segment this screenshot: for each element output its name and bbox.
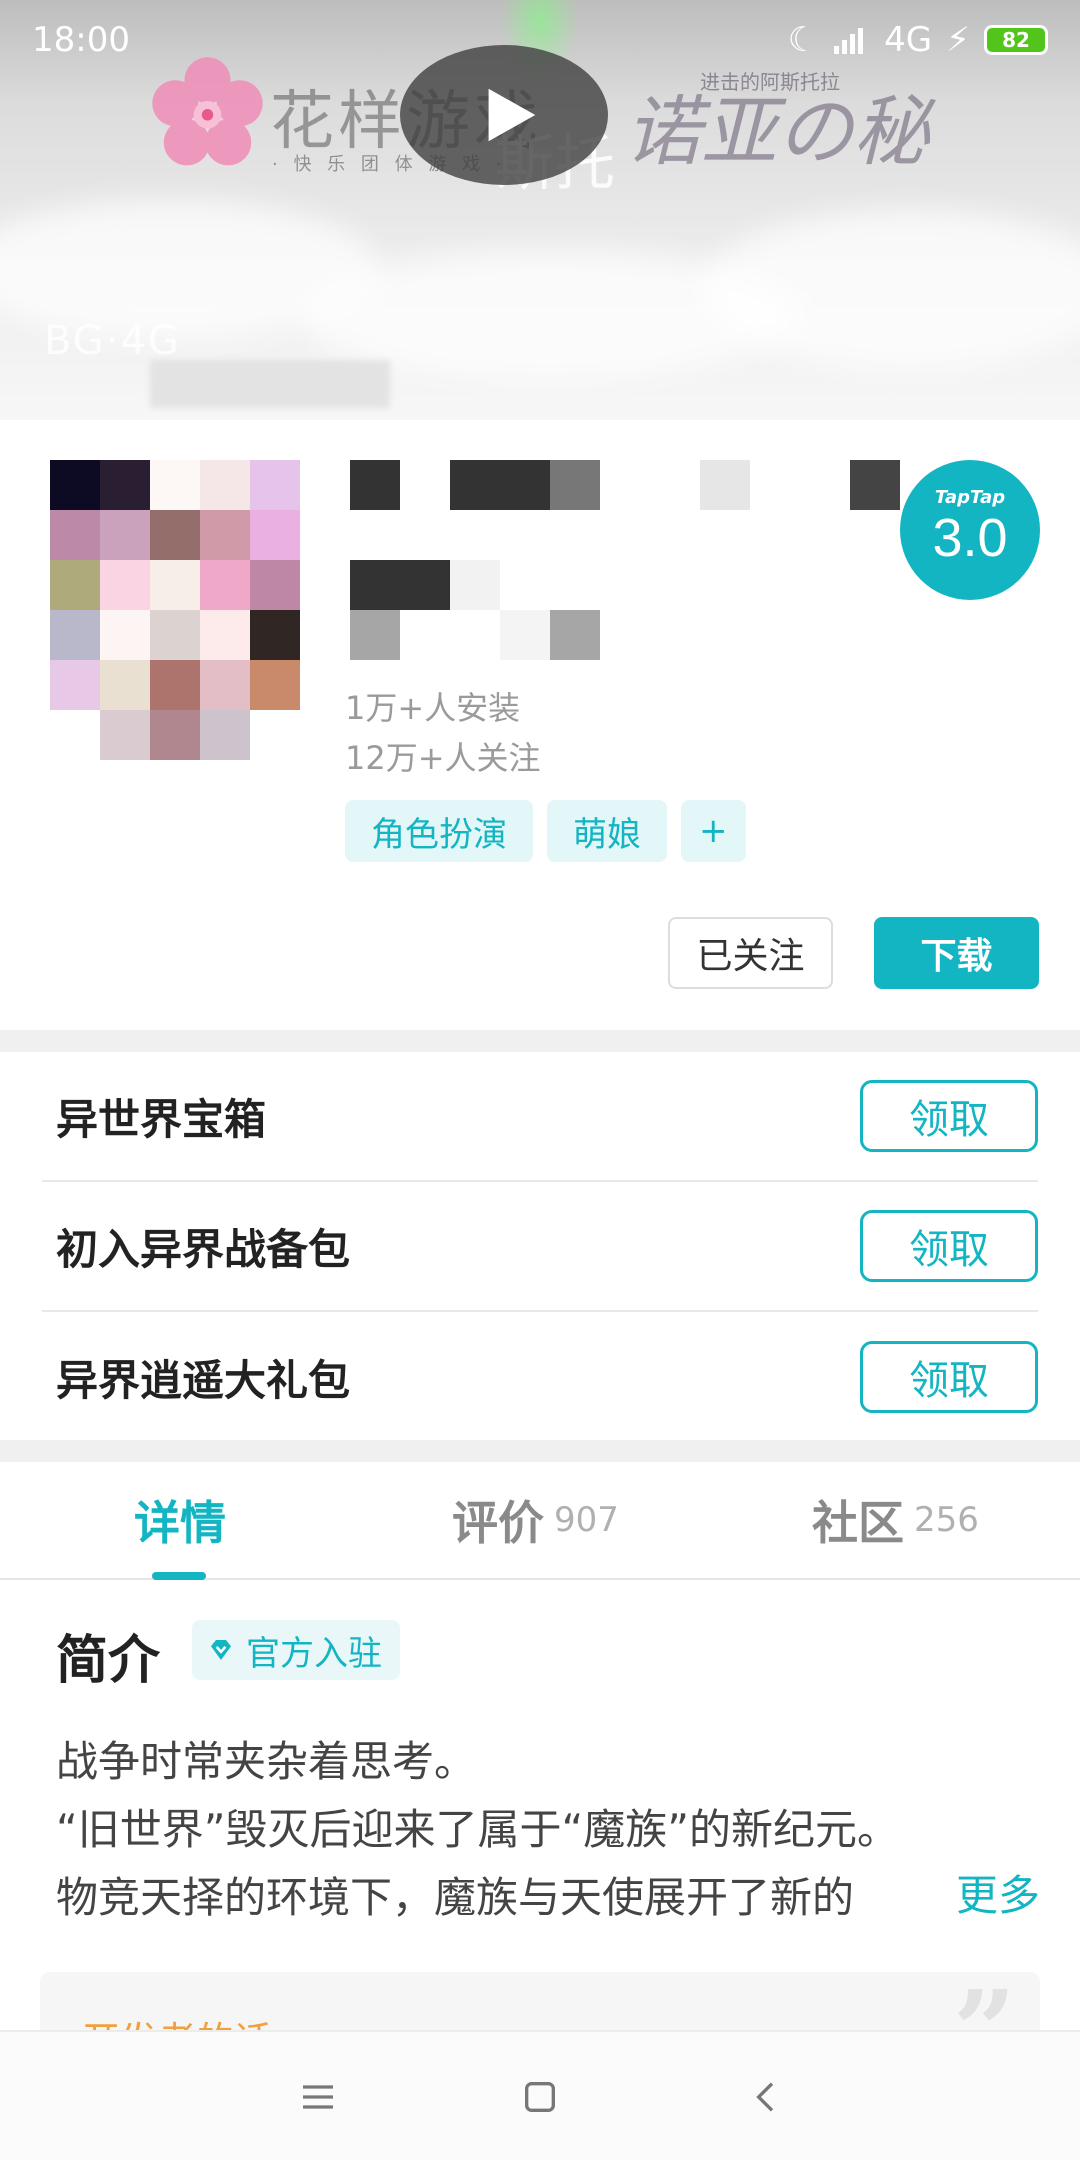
app-developer-blurred [350,610,400,660]
diamond-icon [211,1640,231,1660]
charging-icon: ⚡ [946,20,970,60]
signal-icon [834,28,864,54]
intro-heading: 简介 [56,1631,161,1691]
network-type: 4G [884,20,933,60]
play-icon [488,88,536,142]
gift-item: 异世界宝箱 领取 [42,1052,1038,1182]
tab-count: 907 [554,1500,619,1540]
tag-moe[interactable]: 萌娘 [547,800,667,862]
active-tab-indicator [152,1572,206,1580]
developer-note-card[interactable]: 开发者的话 ” [40,1972,1040,2032]
app-title-blurred [450,460,550,510]
back-button[interactable] [732,2062,802,2132]
tab-label: 评价 [452,1496,544,1550]
status-time: 18:00 [32,20,130,60]
follow-count: 12万+人关注 [345,739,541,777]
gift-name: 初入异界战备包 [56,1224,351,1274]
app-developer-blurred [500,610,550,660]
app-title-blurred [550,460,600,510]
official-badge: 官方入驻 [192,1620,400,1680]
app-title-blurred [850,460,900,510]
rating-brand: TapTap [934,486,1006,508]
claim-gift-button[interactable]: 领取 [860,1080,1038,1152]
tab-community[interactable]: 社区 256 [812,1460,979,1580]
developer-note-title: 开发者的话 [82,2010,272,2032]
intro-text-line: 战争时常夹杂着思考。 [56,1737,477,1786]
app-developer-blurred [450,560,500,610]
tab-reviews[interactable]: 评价 907 [452,1460,619,1580]
section-divider [0,1030,1080,1052]
home-square-icon [525,2082,555,2112]
tag-role-playing[interactable]: 角色扮演 [345,800,533,862]
gift-name: 异界逍遥大礼包 [56,1355,351,1405]
banner-mid-text: BG·4G [44,318,181,364]
download-button[interactable]: 下载 [874,917,1039,989]
intro-text-line: 物竞天择的环境下，魔族与天使展开了新的 [56,1873,855,1922]
gift-name: 异世界宝箱 [56,1094,267,1144]
app-title-blurred [350,460,400,510]
app-developer-blurred [350,560,450,610]
app-developer-blurred [550,610,600,660]
install-count: 1万+人安装 [345,689,521,727]
tab-label: 社区 [812,1496,904,1550]
back-chevron-icon [756,2082,774,2112]
system-nav-bar [0,2030,1080,2160]
status-bar: 18:00 ☾ 4G ⚡ 82 [0,0,1080,80]
quote-icon: ” [953,1972,1016,2032]
claim-gift-button[interactable]: 领取 [860,1210,1038,1282]
tab-details[interactable]: 详情 [134,1460,226,1580]
menu-icon [303,2085,333,2109]
banner-blur-bar [150,360,390,408]
official-badge-label: 官方入驻 [246,1633,382,1674]
app-title-blurred [700,460,750,510]
follow-button[interactable]: 已关注 [668,917,833,989]
gift-item: 异界逍遥大礼包 领取 [42,1312,1038,1442]
section-divider [0,1440,1080,1462]
tab-count: 256 [914,1500,979,1540]
status-icons: ☾ 4G ⚡ 82 [788,20,1048,60]
rating-badge: TapTap 3.0 [900,460,1040,600]
tab-label: 详情 [134,1496,226,1550]
more-link[interactable]: 更多 [900,1862,1040,1922]
tag-add-button[interactable]: + [681,800,746,862]
gift-item: 初入异界战备包 领取 [42,1182,1038,1312]
intro-text-line: “旧世界”毁灭后迎来了属于“魔族”的新纪元。 [56,1805,900,1854]
claim-gift-button[interactable]: 领取 [860,1341,1038,1413]
battery-icon: 82 [984,25,1048,55]
home-button[interactable] [505,2062,575,2132]
tab-bar: 详情 评价 907 社区 256 [0,1460,1080,1580]
rating-score: 3.0 [932,507,1008,568]
tag-list: 角色扮演 萌娘 + [345,800,746,862]
app-icon [50,460,300,760]
menu-button[interactable] [283,2062,353,2132]
dnd-moon-icon: ☾ [787,20,819,60]
